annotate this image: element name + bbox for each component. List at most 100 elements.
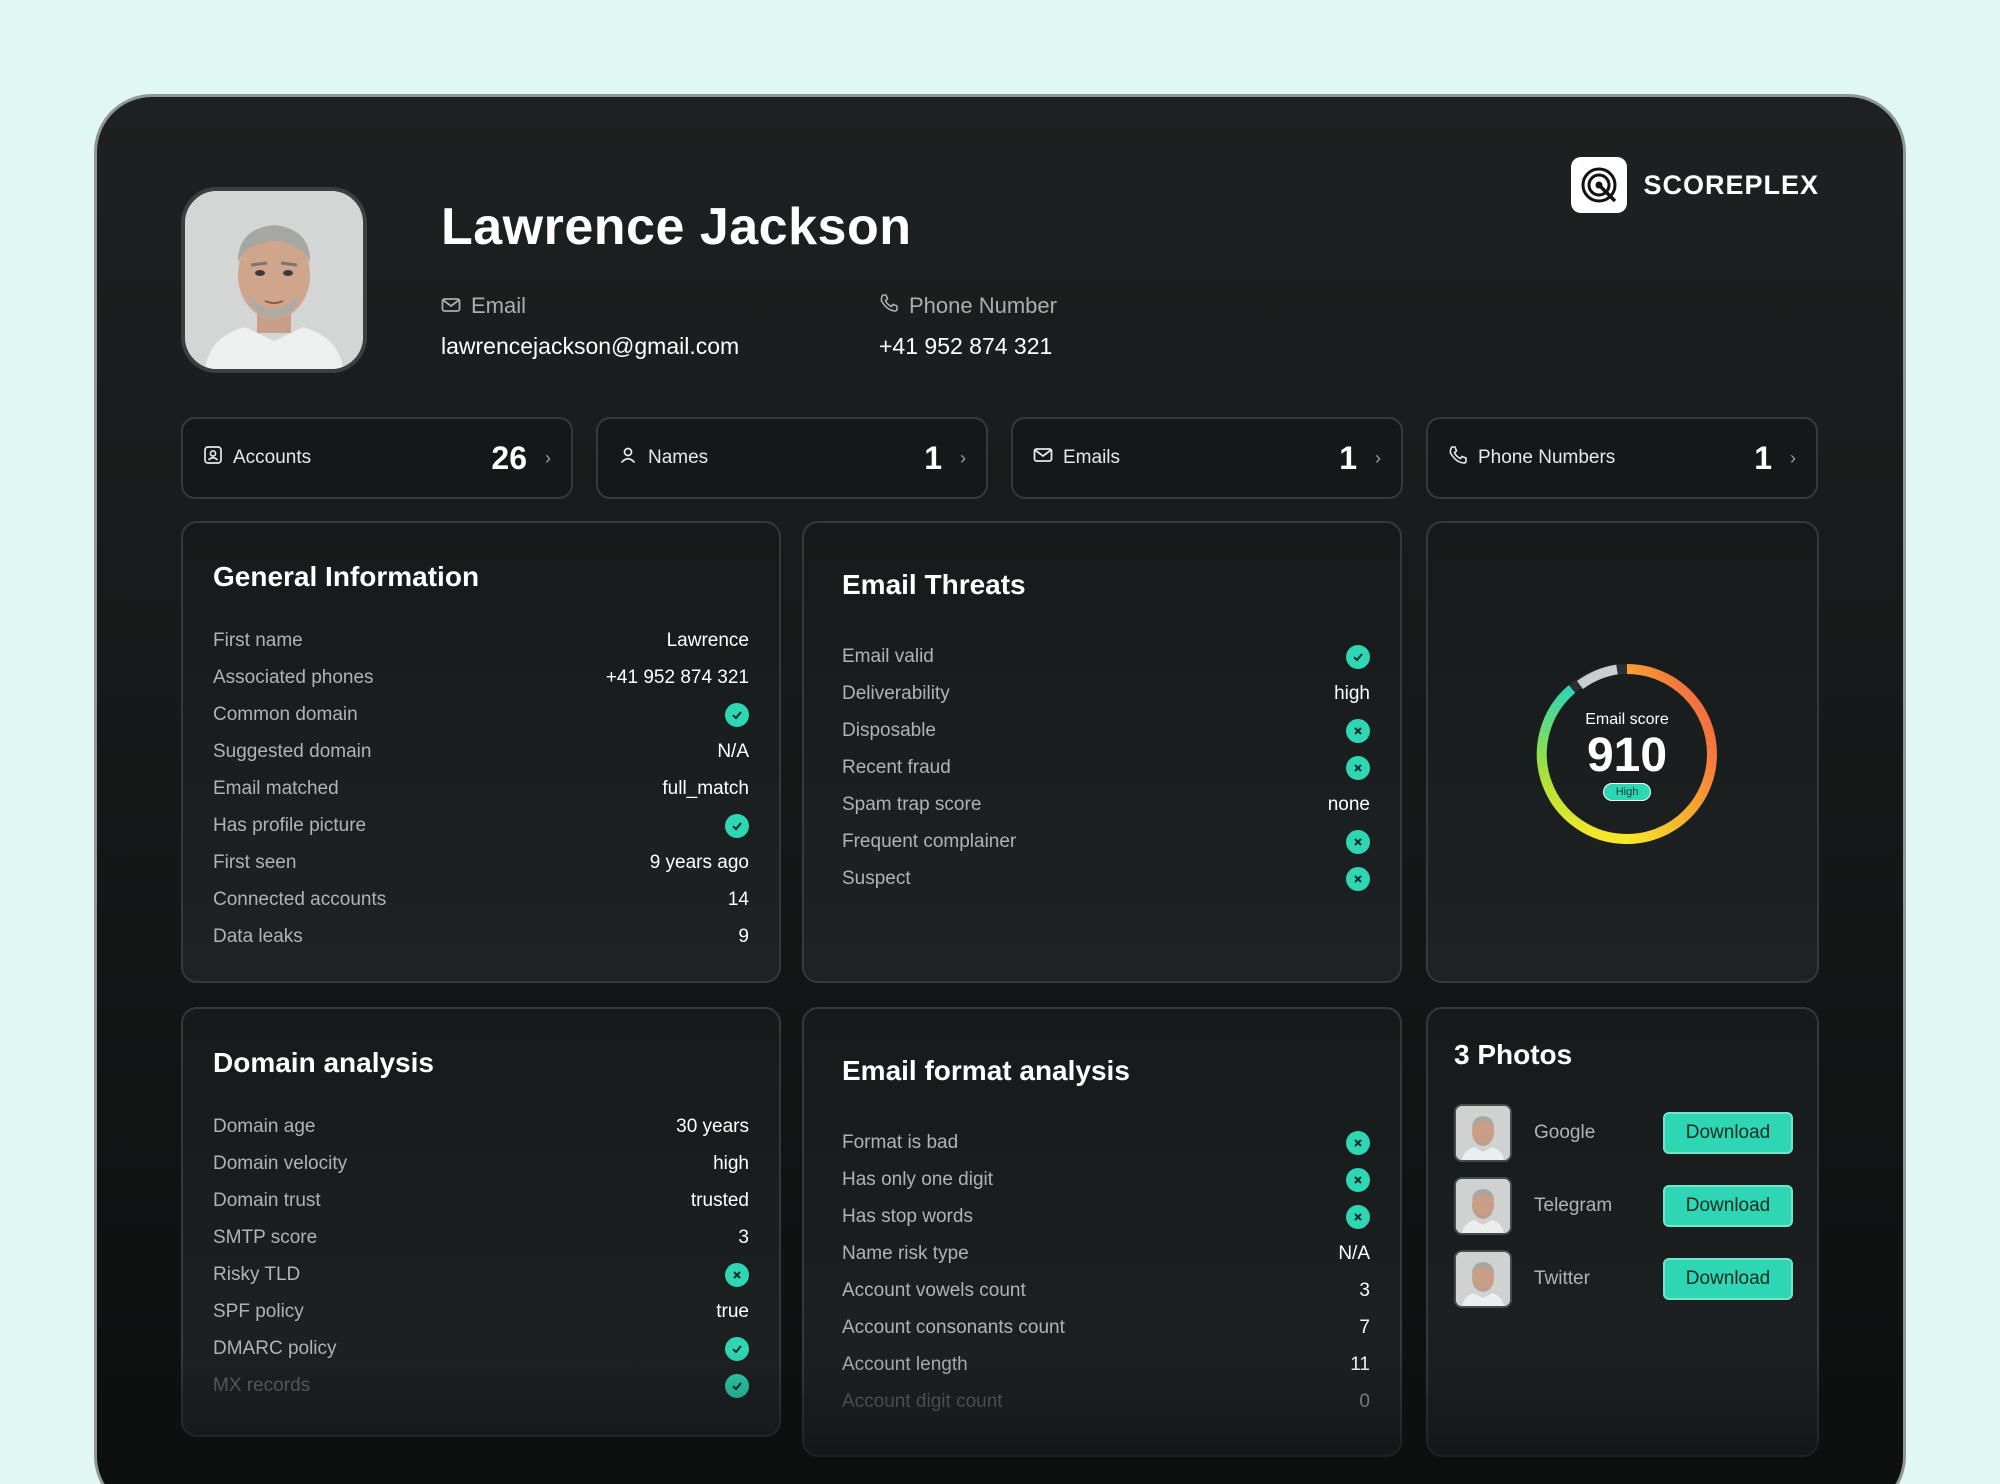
info-row: Deliverability high <box>842 675 1370 712</box>
chevron-right-icon: › <box>545 447 551 468</box>
photo-source: Twitter <box>1534 1268 1590 1289</box>
row-label: Domain trust <box>213 1189 321 1211</box>
info-row: Common domain <box>213 696 749 733</box>
download-button[interactable]: Download <box>1663 1185 1793 1227</box>
row-label: Domain velocity <box>213 1152 348 1174</box>
row-label: Data leaks <box>213 925 303 947</box>
info-row: Has only one digit <box>842 1161 1370 1198</box>
check-icon <box>1346 644 1370 669</box>
row-value: +41 952 874 321 <box>605 666 749 688</box>
accounts-label: Accounts <box>233 447 312 468</box>
phone-numbers-count: 1 <box>1754 439 1772 476</box>
email-score-card: Email score 910 High <box>1426 521 1819 983</box>
row-label: First name <box>213 629 303 651</box>
info-row: Has profile picture <box>213 807 749 844</box>
row-label: Disposable <box>842 719 936 741</box>
row-value: high <box>713 1152 749 1174</box>
mail-icon <box>441 293 461 319</box>
row-label: Account length <box>842 1353 968 1375</box>
brand-name: SCOREPLEX <box>1643 169 1819 200</box>
info-row: Recent fraud <box>842 749 1370 786</box>
card-title: General Information <box>213 561 480 592</box>
score-value: 910 <box>1586 729 1668 782</box>
phone-value: +41 952 874 321 <box>879 333 1053 359</box>
info-row: Domain trust trusted <box>213 1182 749 1219</box>
x-icon <box>1346 755 1370 780</box>
photo-thumbnail[interactable] <box>1454 1250 1512 1308</box>
info-row: Format is bad <box>842 1124 1370 1161</box>
score-badge: High <box>1602 783 1652 801</box>
row-label: SPF policy <box>213 1300 304 1322</box>
row-value: N/A <box>717 740 749 762</box>
info-row: Email valid <box>842 638 1370 675</box>
row-label: Account vowels count <box>842 1279 1026 1301</box>
row-value: full_match <box>662 777 749 799</box>
row-label: Account consonants count <box>842 1316 1065 1338</box>
info-row: DMARC policy <box>213 1330 749 1367</box>
phone-icon <box>879 293 899 319</box>
row-value: 9 <box>738 925 749 947</box>
profile-name: Lawrence Jackson <box>441 198 912 256</box>
row-value: trusted <box>690 1189 749 1211</box>
info-row: Name risk type N/A <box>842 1235 1370 1272</box>
info-row: Connected accounts 14 <box>213 881 749 918</box>
general-information-card: General Information First name Lawrence As… <box>181 521 781 983</box>
phone-icon <box>1448 445 1468 471</box>
row-value: true <box>716 1300 749 1322</box>
row-label: Deliverability <box>842 682 950 704</box>
row-label: Common domain <box>213 703 358 725</box>
chevron-right-icon: › <box>960 447 966 468</box>
info-row: SMTP score 3 <box>213 1219 749 1256</box>
row-label: First seen <box>213 851 297 873</box>
phone-numbers-label: Phone Numbers <box>1478 447 1616 468</box>
phone-numbers-button[interactable]: Phone Numbers 1 › <box>1426 417 1818 499</box>
x-icon <box>1346 866 1370 891</box>
row-label: Has stop words <box>842 1205 973 1227</box>
info-row: Account digit count 0 <box>842 1383 1370 1420</box>
row-value: 30 years <box>676 1115 749 1137</box>
emails-button[interactable]: Emails 1 › <box>1011 417 1403 499</box>
row-label: MX records <box>213 1374 311 1396</box>
row-value: 9 years ago <box>649 851 749 873</box>
photos-title: 3 Photos <box>1454 1039 1573 1070</box>
info-row: First seen 9 years ago <box>213 844 749 881</box>
domain-rows: Domain age 30 years Domain velocity high Dom… <box>213 1108 749 1404</box>
names-count: 1 <box>924 439 942 476</box>
email-threats-card: Email Threats Email valid Deliverability h… <box>802 521 1402 983</box>
accounts-button[interactable]: Accounts 26 › <box>181 417 573 499</box>
score-label: Email score <box>1585 711 1669 728</box>
info-row: Domain age 30 years <box>213 1108 749 1145</box>
check-icon <box>725 1336 749 1361</box>
row-label: Frequent complainer <box>842 830 1017 852</box>
info-row: Has stop words <box>842 1198 1370 1235</box>
email-value: lawrencejackson@gmail.com <box>441 333 740 359</box>
photo-thumbnail[interactable] <box>1454 1104 1512 1162</box>
row-label: Name risk type <box>842 1242 969 1264</box>
profile-panel: Lawrence Jackson Email lawrencejackson@g… <box>94 94 1906 1484</box>
download-button[interactable]: Download <box>1663 1258 1793 1300</box>
photo-item: Twitter Download <box>1454 1249 1793 1309</box>
x-icon <box>1346 1167 1370 1192</box>
row-value: 0 <box>1359 1390 1370 1412</box>
info-row: Suspect <box>842 860 1370 897</box>
row-value: 11 <box>1350 1353 1370 1375</box>
row-value: 3 <box>1359 1279 1370 1301</box>
row-value: 3 <box>738 1226 749 1248</box>
info-row: First name Lawrence <box>213 622 749 659</box>
format-rows: Format is bad Has only one digit Has stop … <box>842 1124 1370 1420</box>
check-icon <box>725 702 749 727</box>
chevron-right-icon: › <box>1375 447 1381 468</box>
names-button[interactable]: Names 1 › <box>596 417 988 499</box>
row-label: Associated phones <box>213 666 374 688</box>
row-label: Email matched <box>213 777 339 799</box>
row-label: Recent fraud <box>842 756 951 778</box>
photo-item: Google Download <box>1454 1103 1793 1163</box>
emails-label: Emails <box>1063 447 1121 468</box>
phone-label: Phone Number <box>879 293 1057 319</box>
info-row: Account length 11 <box>842 1346 1370 1383</box>
photo-thumbnail[interactable] <box>1454 1177 1512 1235</box>
row-label: Format is bad <box>842 1131 959 1153</box>
download-button[interactable]: Download <box>1663 1112 1793 1154</box>
brand-logo: SCOREPLEX <box>1571 157 1819 213</box>
email-label: Email <box>441 293 739 319</box>
